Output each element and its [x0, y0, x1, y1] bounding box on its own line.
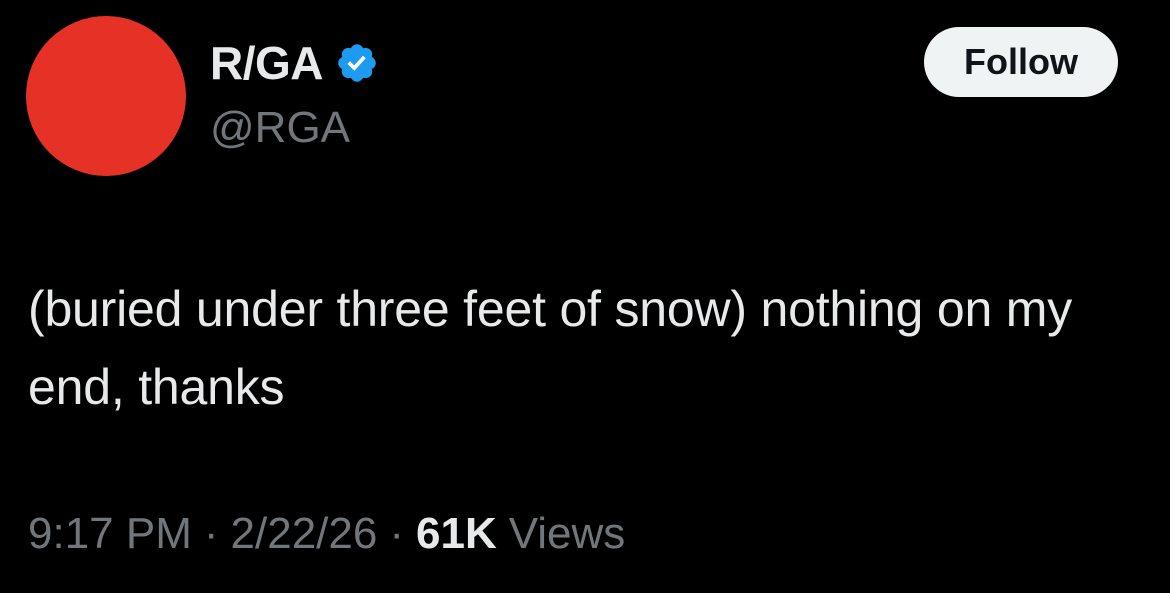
- author-handle[interactable]: @RGA: [210, 106, 350, 150]
- author-display-name[interactable]: R/GA: [210, 40, 324, 86]
- avatar[interactable]: [26, 16, 186, 176]
- tweet-meta: 9:17 PM · 2/22/26 · 61K Views: [28, 508, 625, 560]
- meta-separator: ·: [389, 509, 404, 558]
- views-label: Views: [508, 509, 626, 558]
- follow-button[interactable]: Follow: [924, 27, 1118, 97]
- tweet-text: (buried under three feet of snow) nothin…: [28, 281, 1072, 415]
- author-name-row: R/GA: [210, 34, 381, 92]
- meta-separator: ·: [203, 509, 219, 558]
- verified-badge-icon[interactable]: [333, 39, 381, 87]
- views-count: 61K: [416, 509, 497, 558]
- tweet-time[interactable]: 9:17 PM: [28, 508, 192, 560]
- tweet-date[interactable]: 2/22/26: [231, 508, 378, 560]
